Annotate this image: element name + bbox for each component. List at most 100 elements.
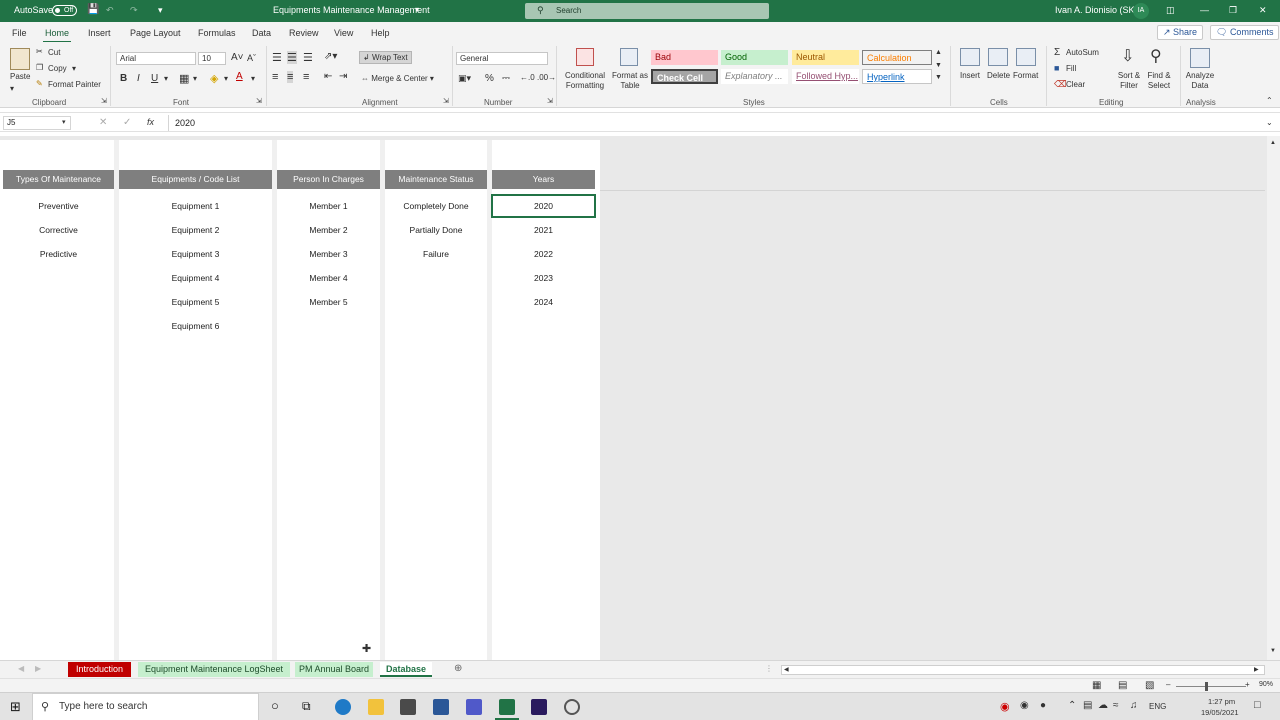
- style-neutral[interactable]: Neutral: [792, 50, 859, 65]
- paste-dropdown-icon[interactable]: ▾: [10, 84, 14, 93]
- tab-review[interactable]: Review: [289, 28, 319, 38]
- tab-home[interactable]: Home: [42, 28, 72, 43]
- tray-wifi-icon[interactable]: ≈: [1113, 700, 1119, 711]
- accounting-format-icon[interactable]: ▣▾: [458, 73, 471, 84]
- scroll-up-icon[interactable]: ▲: [1270, 140, 1276, 146]
- decrease-indent-icon[interactable]: ⇤: [324, 71, 332, 82]
- task-view-icon[interactable]: ⧉: [302, 699, 311, 714]
- horizontal-scrollbar[interactable]: ◀ ▶: [781, 665, 1265, 675]
- top-align-icon[interactable]: ☰: [272, 51, 282, 64]
- conditional-formatting-icon[interactable]: [576, 48, 594, 66]
- style-good[interactable]: Good: [721, 50, 788, 65]
- cell-year-selected[interactable]: 2020: [491, 194, 596, 218]
- bottom-align-icon[interactable]: ☰: [303, 51, 313, 64]
- autosum-button[interactable]: AutoSum: [1066, 48, 1099, 57]
- sort-filter-icon[interactable]: ⇩: [1121, 46, 1134, 66]
- tray-chrome-icon[interactable]: ◉: [1020, 700, 1029, 711]
- name-box[interactable]: J5: [3, 116, 71, 130]
- cell-equipment[interactable]: Equipment 5: [119, 290, 272, 314]
- autosave-toggle[interactable]: Off: [52, 5, 77, 16]
- cortana-icon[interactable]: ○: [271, 698, 279, 713]
- cell-status[interactable]: Partially Done: [385, 218, 487, 242]
- cell-equipment[interactable]: Equipment 1: [119, 194, 272, 218]
- fill-color-dropdown-icon[interactable]: ▾: [224, 74, 228, 83]
- format-painter-button[interactable]: Format Painter: [48, 80, 101, 89]
- header-equipments[interactable]: Equipments / Code List: [119, 170, 272, 189]
- format-cells-icon[interactable]: [1016, 48, 1036, 66]
- sheet-tab-logsheet[interactable]: Equipment Maintenance LogSheet: [138, 662, 290, 677]
- find-icon[interactable]: ⚲: [1150, 46, 1162, 66]
- next-sheet-icon[interactable]: ▶: [35, 664, 41, 673]
- insert-cells-icon[interactable]: [960, 48, 980, 66]
- format-as-table-button[interactable]: Format as Table: [610, 71, 650, 91]
- style-followed-hyperlink[interactable]: Followed Hyp...: [792, 69, 859, 84]
- worksheet[interactable]: Types Of Maintenance Equipments / Code L…: [0, 136, 1280, 660]
- wrap-text-button[interactable]: ↲ Wrap Text: [359, 51, 412, 64]
- number-format-select[interactable]: General: [456, 52, 548, 65]
- app-icon[interactable]: [564, 699, 580, 715]
- styles-more-icon[interactable]: ▼: [935, 74, 942, 81]
- mail-icon[interactable]: [400, 699, 416, 715]
- cell-person[interactable]: Member 4: [277, 266, 380, 290]
- sort-filter-button[interactable]: Sort & Filter: [1116, 71, 1142, 91]
- sheet-tab-database[interactable]: Database: [380, 662, 432, 677]
- clear-icon[interactable]: ⌫: [1054, 79, 1067, 90]
- font-family-select[interactable]: Arial: [116, 52, 196, 65]
- tray-app-icon[interactable]: ◉: [1000, 700, 1010, 713]
- percent-icon[interactable]: %: [485, 73, 494, 84]
- add-sheet-icon[interactable]: ⊕: [454, 663, 462, 674]
- paste-button[interactable]: Paste: [10, 72, 30, 81]
- fill-button[interactable]: Fill: [1066, 64, 1076, 73]
- cancel-icon[interactable]: ✕: [99, 117, 107, 128]
- comments-button[interactable]: 🗨 Comments: [1210, 25, 1280, 40]
- middle-align-icon[interactable]: ☰: [287, 51, 297, 64]
- insert-function-icon[interactable]: fx: [147, 117, 154, 127]
- cell-person[interactable]: Member 5: [277, 290, 380, 314]
- volume-icon[interactable]: ♫: [1130, 700, 1138, 711]
- align-right-icon[interactable]: ≡: [303, 71, 309, 83]
- cut-icon[interactable]: ✂: [36, 47, 43, 56]
- cell-type[interactable]: Predictive: [3, 242, 114, 266]
- redo-icon[interactable]: ↷: [130, 5, 138, 16]
- enter-icon[interactable]: ✓: [123, 117, 131, 128]
- italic-button[interactable]: I: [137, 73, 140, 84]
- cell-equipment[interactable]: Equipment 6: [119, 314, 272, 338]
- avatar[interactable]: IA: [1133, 3, 1149, 19]
- collapse-ribbon-icon[interactable]: ⌃: [1266, 96, 1273, 105]
- windows-start-icon[interactable]: ⊞: [10, 699, 21, 715]
- borders-dropdown-icon[interactable]: ▾: [193, 74, 197, 83]
- merge-center-button[interactable]: ⇔ Merge & Center ▾: [361, 74, 434, 83]
- teams-icon[interactable]: [466, 699, 482, 715]
- styles-scroll-down-icon[interactable]: ▼: [935, 62, 942, 69]
- analyze-data-icon[interactable]: [1190, 48, 1210, 68]
- increase-decimal-icon[interactable]: ←.0: [520, 73, 535, 82]
- clipboard-launcher-icon[interactable]: ⇲: [101, 97, 107, 105]
- cell-status[interactable]: Failure: [385, 242, 487, 266]
- zoom-in-icon[interactable]: +: [1245, 680, 1250, 689]
- align-left-icon[interactable]: ≡: [272, 71, 278, 83]
- customize-toolbar-icon[interactable]: ▾: [158, 5, 163, 16]
- decrease-decimal-icon[interactable]: .00→: [537, 73, 556, 82]
- borders-icon[interactable]: ▦: [179, 72, 189, 85]
- find-select-button[interactable]: Find & Select: [1144, 71, 1174, 91]
- format-cells-button[interactable]: Format: [1013, 71, 1038, 80]
- scroll-right-icon[interactable]: ▶: [1254, 666, 1259, 673]
- increase-font-icon[interactable]: A˅: [231, 52, 244, 63]
- zoom-level[interactable]: 90%: [1259, 681, 1273, 688]
- format-painter-icon[interactable]: ✎: [36, 79, 43, 88]
- font-color-dropdown-icon[interactable]: ▾: [251, 74, 255, 83]
- close-icon[interactable]: ✕: [1259, 5, 1267, 16]
- scroll-left-icon[interactable]: ◀: [784, 666, 789, 673]
- minimize-icon[interactable]: —: [1200, 5, 1209, 15]
- tab-view[interactable]: View: [334, 28, 353, 38]
- cell-year[interactable]: 2024: [492, 290, 595, 314]
- align-center-icon[interactable]: ≡: [287, 71, 294, 83]
- normal-view-icon[interactable]: ▦: [1092, 680, 1101, 691]
- sheet-tab-introduction[interactable]: Introduction: [68, 662, 131, 677]
- bold-button[interactable]: B: [120, 73, 127, 84]
- notifications-icon[interactable]: □: [1254, 699, 1261, 711]
- cell-year[interactable]: 2023: [492, 266, 595, 290]
- tab-file[interactable]: File: [12, 28, 27, 38]
- analyze-data-button[interactable]: Analyze Data: [1184, 71, 1216, 91]
- underline-button[interactable]: U: [151, 73, 158, 84]
